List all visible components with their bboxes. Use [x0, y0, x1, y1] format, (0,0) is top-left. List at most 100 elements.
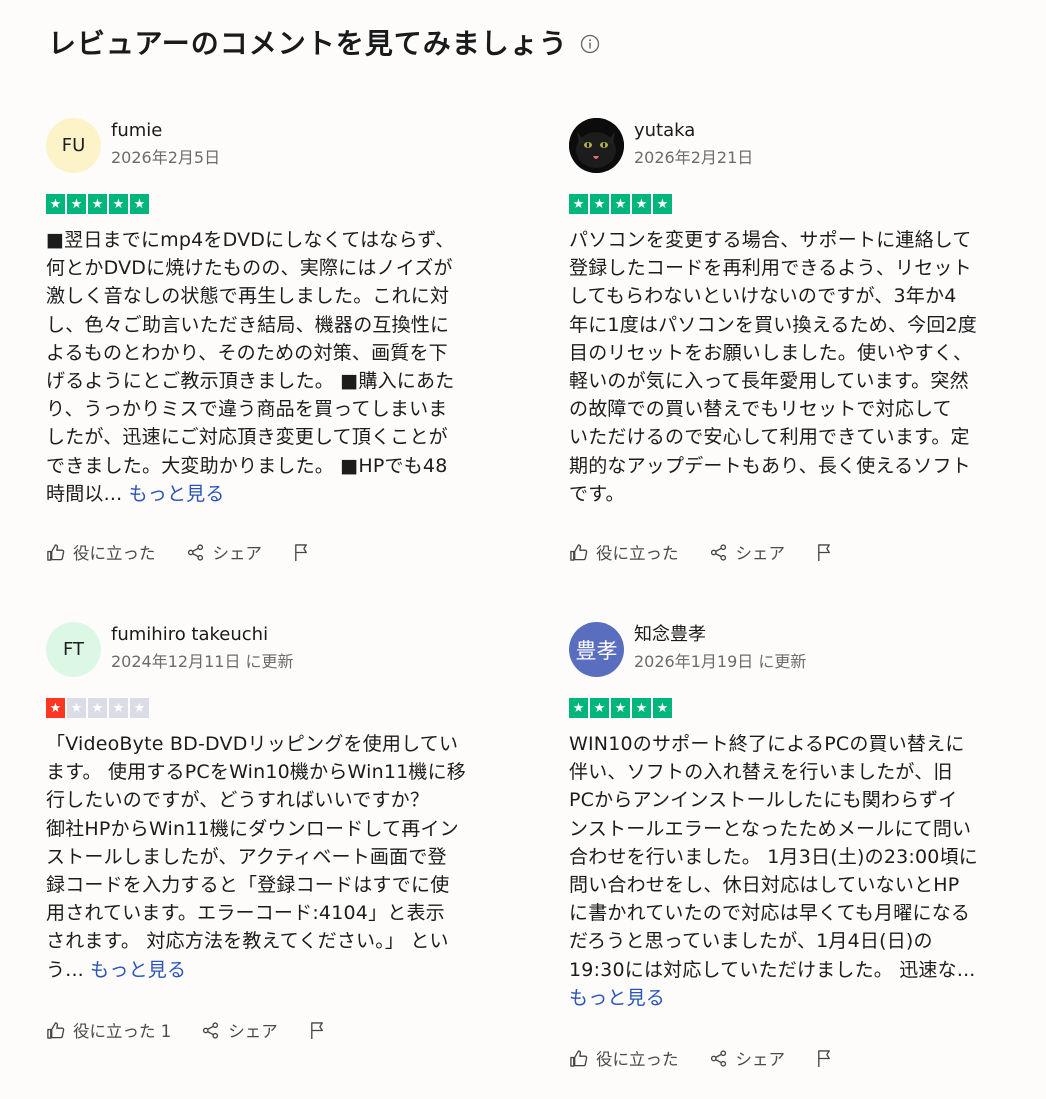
review-line: ます。 使用するPCをWin10機からWin11機に移 — [46, 761, 466, 784]
review-line: 合わせを行いました。 1月3日(土)の23:00頃に — [569, 845, 978, 868]
review-line: 軽いのが気に入って長年愛用しています。突然 — [569, 370, 969, 393]
review-actions: 役に立った シェア — [569, 1046, 872, 1070]
review-actions: 役に立った シェア — [46, 540, 349, 564]
review-line: 目のリセットをお願いしました。使いやすく、 — [569, 341, 973, 364]
review-line: げるようにとご教示頂きました。 ■購入にあた — [46, 370, 455, 393]
thumbs-up-icon — [570, 543, 588, 561]
review-line: 激しく音なしの状態で再生しました。これに対 — [46, 285, 450, 308]
star-icon: ★ — [88, 194, 107, 214]
section-title: レビュアーのコメントを見てみましょう — [48, 27, 568, 60]
star-rating: ★ ★ ★ ★ ★ — [46, 698, 476, 718]
review-line: 行したいのですが、どうすればいいですか？ — [46, 789, 430, 812]
review-line: 年に1度はパソコンを買い換えるため、今回2度 — [569, 313, 978, 336]
share-button[interactable]: シェア — [201, 1018, 278, 1042]
report-button[interactable] — [815, 543, 842, 562]
review-card: yutaka 2026年2月21日 ★ ★ ★ ★ ★ パソコンを変更する場合、… — [569, 118, 999, 563]
share-label: シェア — [212, 544, 263, 563]
review-line: ンストールエラーとなったためメールにて問い — [569, 817, 972, 840]
helpful-button[interactable]: 役に立った — [569, 1046, 679, 1070]
reviewer-name[interactable]: fumihiro takeuchi — [111, 624, 294, 646]
thumbs-up-icon — [47, 1021, 65, 1039]
review-line: PCからアンインストールしたにも関わらずイ — [569, 789, 958, 812]
star-icon: ★ — [632, 698, 651, 718]
read-more-link[interactable]: もっと見る — [129, 483, 225, 505]
helpful-label: 役に立った — [73, 544, 156, 563]
share-icon — [710, 543, 726, 561]
helpful-label: 役に立った 1 — [73, 1022, 172, 1041]
review-line: パソコンを変更する場合、サポートに連絡して — [569, 229, 972, 251]
review-header: FT fumihiro takeuchi 2024年12月11日 に更新 — [46, 622, 476, 680]
avatar[interactable]: FT — [46, 622, 101, 677]
star-icon: ★ — [130, 194, 149, 214]
review-line: し、色々ご助言いただき結局、機器の互換性に — [46, 313, 450, 336]
reviewer-name[interactable]: 知念豊孝 — [634, 624, 806, 646]
review-text: パソコンを変更する場合、サポートに連絡して 登録したコードを再利用できるよう、リ… — [569, 226, 999, 508]
helpful-button[interactable]: 役に立った — [569, 540, 679, 564]
review-text: 「VideoByte BD-DVDリッピングを使用してい ます。 使用するPCを… — [46, 730, 476, 984]
review-line: り、うっかりミスで違う商品を買ってしまいま — [46, 398, 448, 421]
review-line: に書かれていたので対応は早くても月曜になる — [569, 902, 971, 925]
review-line: 御社HPからWin11機にダウンロードして再イン — [46, 817, 459, 840]
section-header: レビュアーのコメントを見てみましょう — [48, 22, 600, 62]
avatar[interactable]: 豊孝 — [569, 622, 624, 677]
review-line: もっと見る — [569, 984, 999, 1012]
report-button[interactable] — [292, 543, 319, 562]
share-label: シェア — [735, 1050, 786, 1069]
star-icon: ★ — [590, 194, 609, 214]
cat-photo-icon — [569, 118, 624, 173]
thumbs-up-icon — [47, 543, 65, 561]
review-line-text: 時間以... — [46, 482, 129, 505]
review-header: 豊孝 知念豊孝 2026年1月19日 に更新 — [569, 622, 999, 680]
review-line: できました。大変助かりました。 ■HPでも48 — [46, 454, 448, 477]
review-line: です。 — [569, 482, 625, 505]
review-date: 2026年2月5日 — [111, 148, 221, 167]
review-line: う... もっと見る — [46, 956, 476, 984]
review-card: 豊孝 知念豊孝 2026年1月19日 に更新 ★ ★ ★ ★ ★ WIN10のサ… — [569, 622, 999, 1069]
star-icon: ★ — [109, 698, 128, 718]
review-card: FT fumihiro takeuchi 2024年12月11日 に更新 ★ ★… — [46, 622, 476, 1041]
review-line: 何とかDVDに焼けたものの、実際にはノイズが — [46, 257, 453, 280]
review-line: いただけるので安心して利用できています。定 — [569, 426, 970, 449]
review-line: よるものとわかり、そのための対策、画質を下 — [46, 341, 448, 364]
read-more-link[interactable]: もっと見る — [90, 959, 186, 981]
star-icon: ★ — [632, 194, 651, 214]
review-text: WIN10のサポート終了によるPCの買い替えに 伴い、ソフトの入れ替えを行いまし… — [569, 730, 999, 1012]
reviewer-name[interactable]: fumie — [111, 120, 220, 142]
flag-icon — [818, 1049, 830, 1067]
avatar[interactable]: FU — [46, 118, 101, 173]
review-line: されます。 対応方法を教えてください。」 とい — [46, 930, 449, 953]
review-line: 期的なアップデートもあり、長く使えるソフト — [569, 454, 971, 477]
star-icon: ★ — [569, 698, 588, 718]
share-button[interactable]: シェア — [709, 1046, 786, 1070]
info-icon[interactable] — [580, 34, 600, 54]
review-line: 問い合わせをし、休日対応はしていないとHP — [569, 874, 960, 897]
share-label: シェア — [228, 1022, 278, 1041]
review-line: したが、迅速にご対応頂き変更して頂くことが — [46, 426, 448, 449]
star-rating: ★ ★ ★ ★ ★ — [569, 194, 999, 214]
review-card: FU fumie 2026年2月5日 ★ ★ ★ ★ ★ ■翌日までにmp4をD… — [46, 118, 476, 563]
flag-icon — [295, 543, 307, 561]
review-line: 「VideoByte BD-DVDリッピングを使用してい — [46, 733, 459, 755]
star-icon: ★ — [130, 698, 149, 718]
review-line-text: う... — [46, 958, 91, 981]
review-line: ストールしましたが、アクティベート画面で登 — [46, 845, 447, 868]
review-line: ■翌日までにmp4をDVDにしなくてはならず、 — [46, 229, 455, 251]
star-rating: ★ ★ ★ ★ ★ — [46, 194, 476, 214]
star-icon: ★ — [611, 698, 630, 718]
flag-icon — [310, 1021, 323, 1039]
report-button[interactable] — [308, 1021, 335, 1040]
report-button[interactable] — [815, 1049, 842, 1068]
read-more-link[interactable]: もっと見る — [569, 987, 665, 1009]
helpful-button[interactable]: 役に立った — [46, 540, 156, 564]
share-button[interactable]: シェア — [709, 540, 785, 564]
review-date: 2026年2月21日 — [634, 148, 754, 167]
flag-icon — [818, 543, 830, 561]
thumbs-up-icon — [570, 1049, 588, 1067]
helpful-button[interactable]: 役に立った 1 — [46, 1018, 171, 1042]
reviewer-name[interactable]: yutaka — [634, 120, 753, 142]
share-button[interactable]: シェア — [186, 540, 263, 564]
star-icon: ★ — [590, 698, 609, 718]
star-icon: ★ — [653, 698, 672, 718]
avatar[interactable] — [569, 118, 624, 173]
star-icon: ★ — [67, 194, 86, 214]
